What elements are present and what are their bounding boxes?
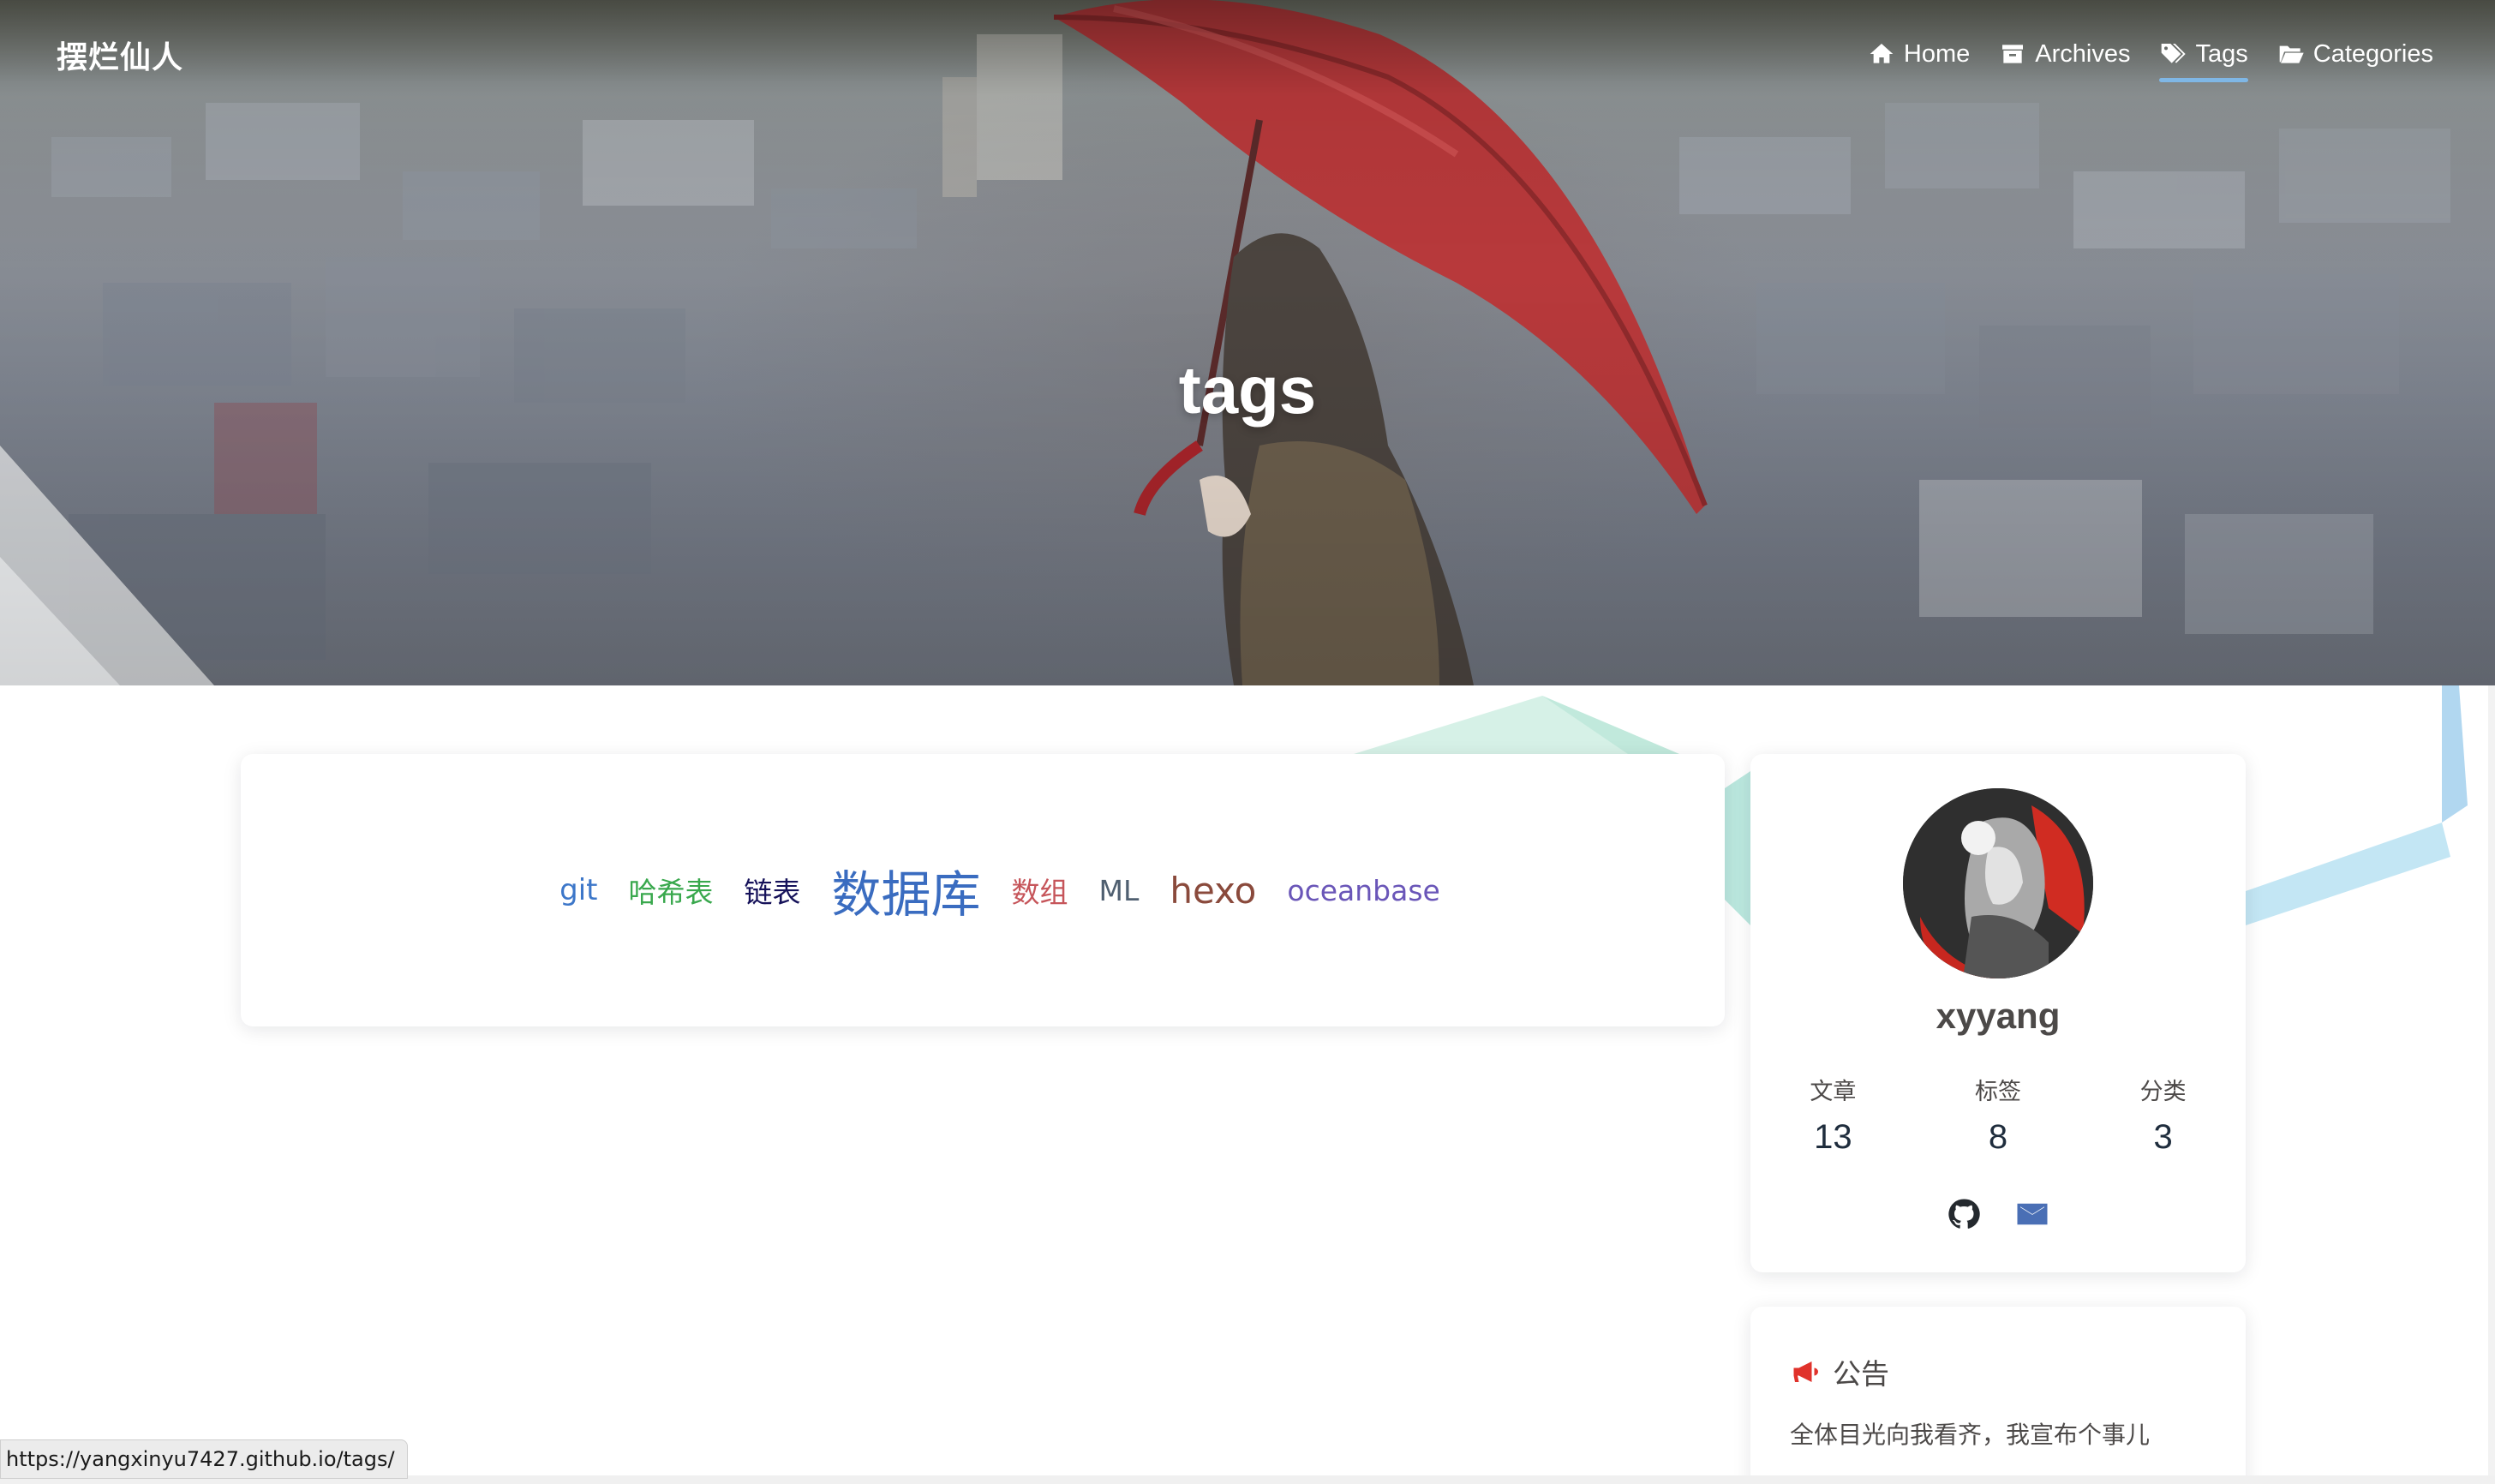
- tag-cloud: git 哈希表 链表 数据库 数组 ML hexo oceanbase: [241, 754, 1725, 1026]
- stat-articles-label: 文章: [1810, 1079, 1857, 1104]
- stat-tags-label: 标签: [1975, 1079, 2021, 1104]
- stat-categories[interactable]: 分类 3: [2080, 1073, 2246, 1157]
- page-title: tags: [1178, 352, 1317, 428]
- tag-hash-table[interactable]: 哈希表: [629, 870, 714, 911]
- window-edge: [2488, 685, 2495, 1484]
- tags-icon: [2162, 44, 2187, 63]
- archive-icon: [2002, 45, 2024, 63]
- avatar-image: [1903, 788, 2093, 978]
- announcement-text: 全体目光向我看齐，我宣布个事儿: [1790, 1421, 2151, 1448]
- browser-status-bar: https://yangxinyu7427.github.io/tags/: [0, 1439, 408, 1479]
- nav-archives-label: Archives: [2035, 39, 2131, 68]
- stat-categories-label: 分类: [2139, 1079, 2187, 1104]
- stat-articles-count: 13: [1814, 1118, 1852, 1156]
- tag-hexo[interactable]: hexo: [1170, 870, 1256, 912]
- announcement-card: 公告 全体目光向我看齐，我宣布个事儿: [1750, 1307, 2246, 1484]
- site-stats: 文章 13 标签 8 分类 3: [1750, 1073, 2246, 1157]
- author-info-card: xyyang 文章 13 标签 8 分类 3: [1750, 754, 2246, 1272]
- main-nav: Home Archives Tags Categories: [1868, 34, 2433, 82]
- bullhorn-icon: [1793, 1361, 1818, 1382]
- nav-home-label: Home: [1903, 39, 1971, 68]
- stat-articles[interactable]: 文章 13: [1750, 1073, 1916, 1157]
- home-icon: [1870, 44, 1894, 63]
- stat-tags[interactable]: 标签 8: [1916, 1073, 2081, 1157]
- email-icon: [2017, 1203, 2048, 1225]
- announcement-header: 公告: [1790, 1351, 1889, 1392]
- nav-archives[interactable]: Archives: [1999, 34, 2130, 74]
- status-url: https://yangxinyu7427.github.io/tags/: [6, 1447, 395, 1471]
- tag-cloud-card: git 哈希表 链表 数据库 数组 ML hexo oceanbase: [241, 754, 1725, 1026]
- nav-tags-label: Tags: [2195, 39, 2248, 68]
- tag-array[interactable]: 数组: [1012, 870, 1068, 911]
- page-banner: 摆烂仙人 Home Archives Tags Categories tags: [0, 0, 2495, 685]
- nav-categories-label: Categories: [2313, 39, 2433, 68]
- stat-tags-count: 8: [1988, 1118, 2008, 1156]
- stat-categories-count: 3: [2153, 1118, 2173, 1156]
- tag-git[interactable]: git: [559, 873, 597, 907]
- nav-categories[interactable]: Categories: [2277, 34, 2433, 74]
- social-links: [1750, 1195, 2246, 1233]
- tag-oceanbase[interactable]: oceanbase: [1287, 874, 1439, 907]
- nav-home[interactable]: Home: [1868, 34, 1970, 74]
- nav-tags[interactable]: Tags: [2159, 34, 2249, 82]
- tag-database[interactable]: 数据库: [832, 854, 981, 926]
- site-title[interactable]: 摆烂仙人: [57, 33, 183, 77]
- author-name: xyyang: [1936, 996, 2061, 1036]
- github-link[interactable]: [1945, 1195, 1983, 1233]
- email-link[interactable]: [2013, 1195, 2051, 1233]
- github-icon: [1948, 1199, 1980, 1229]
- announcement-title: 公告: [1833, 1358, 1889, 1390]
- tag-ml[interactable]: ML: [1099, 874, 1140, 907]
- avatar[interactable]: [1903, 788, 2093, 978]
- tag-linked-list[interactable]: 链表: [745, 870, 801, 911]
- folder-open-icon: [2279, 45, 2304, 63]
- banner-shade: [0, 0, 2495, 685]
